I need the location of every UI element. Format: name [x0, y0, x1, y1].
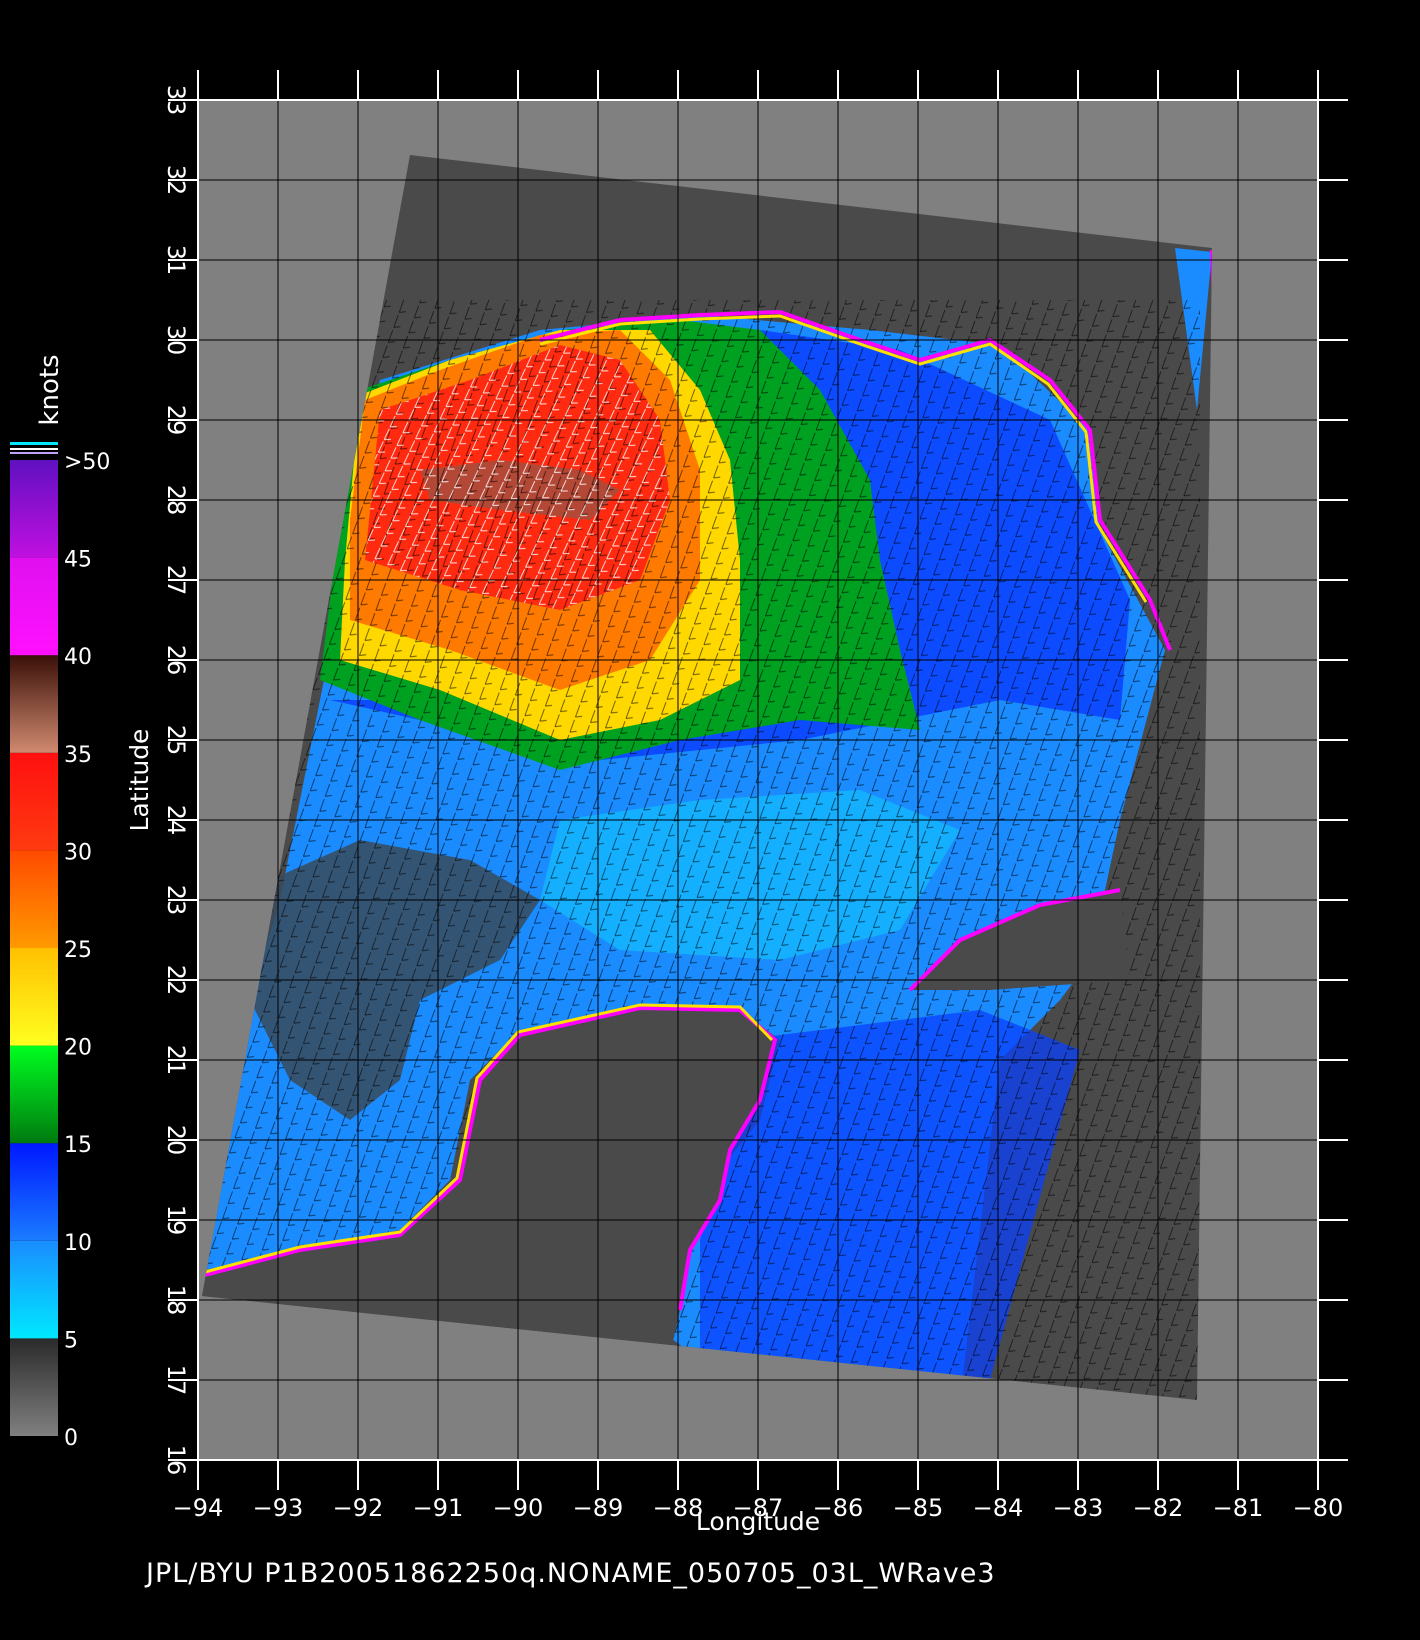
colorbar-band: [10, 948, 58, 1046]
colorbar-band: [10, 655, 58, 753]
x-tick-label: −80: [1293, 1494, 1344, 1522]
wind-speed-map: −94 −93 −92 −91 −90 −89 −88 −87 −86 −85 −84 −83 −82−…: [10, 70, 1348, 1536]
colorbar-unit: knots: [35, 354, 65, 425]
footer-caption: JPL/BYU P1B20051862250q.NONAME_050705_03…: [146, 1558, 996, 1589]
colorbar-tick-label: 25: [64, 938, 92, 963]
colorbar-band: [10, 1240, 58, 1339]
colorbar-band: [10, 1338, 58, 1436]
y-tick-label: 28: [162, 485, 190, 516]
y-tick-label: 31: [162, 245, 190, 276]
colorbar-band: [10, 557, 58, 656]
y-tick-label: 23: [162, 885, 190, 916]
y-tick-label: 30: [162, 325, 190, 356]
colorbar-tick-label: 10: [64, 1231, 92, 1256]
colorbar: 0 5 10 15 20 25 30 35 40 45 >50 knots: [10, 354, 110, 1451]
y-tick-label: 26: [162, 645, 190, 676]
colorbar-tick-label: >50: [64, 450, 110, 475]
y-tick-label: 21: [162, 1045, 190, 1076]
y-tick-label: 25: [162, 725, 190, 756]
colorbar-band: [10, 850, 58, 948]
x-axis-label: Longitude: [696, 1507, 820, 1536]
x-tick-label: −90: [493, 1494, 544, 1522]
colorbar-tick-label: 40: [64, 645, 92, 670]
y-tick-label: 19: [162, 1205, 190, 1236]
y-tick-label: 18: [162, 1285, 190, 1316]
colorbar-tick-label: 35: [64, 743, 92, 768]
colorbar-top-marker: [10, 442, 58, 445]
colorbar-tick-label: 15: [64, 1133, 92, 1158]
colorbar-tick-label: 30: [64, 840, 92, 865]
y-tick-label: 33: [162, 85, 190, 116]
x-tick-label: −84: [973, 1494, 1024, 1522]
x-tick-label: −91: [413, 1494, 464, 1522]
y-tick-label: 24: [162, 805, 190, 836]
y-tick-labels: 16 17 18 19 20 21 22 23 24 25 26 27 28 29 30 31 32 33: [162, 85, 190, 1476]
y-tick-label: 27: [162, 565, 190, 596]
x-tick-label: −83: [1053, 1494, 1104, 1522]
colorbar-band: [10, 1143, 58, 1241]
x-tick-label: −81: [1213, 1494, 1264, 1522]
x-tick-label: −94: [173, 1494, 224, 1522]
y-tick-label: 17: [162, 1365, 190, 1396]
colorbar-tick-label: 20: [64, 1036, 92, 1061]
colorbar-tick-label: 0: [64, 1426, 78, 1451]
x-tick-label: −89: [573, 1494, 624, 1522]
y-tick-label: 20: [162, 1125, 190, 1156]
colorbar-tick-label: 45: [64, 548, 92, 573]
x-tick-label: −92: [333, 1494, 384, 1522]
x-tick-label: −86: [813, 1494, 864, 1522]
colorbar-band: [10, 752, 58, 851]
y-axis-label: Latitude: [125, 729, 154, 832]
y-tick-label: 16: [162, 1445, 190, 1476]
x-tick-label: −82: [1133, 1494, 1184, 1522]
x-tick-label: −85: [893, 1494, 944, 1522]
y-tick-label: 29: [162, 405, 190, 436]
colorbar-band: [10, 460, 58, 558]
y-tick-label: 32: [162, 165, 190, 196]
colorbar-tick-label: 5: [64, 1328, 78, 1353]
y-tick-label: 22: [162, 965, 190, 996]
colorbar-band: [10, 1045, 58, 1144]
x-tick-label: −93: [253, 1494, 304, 1522]
